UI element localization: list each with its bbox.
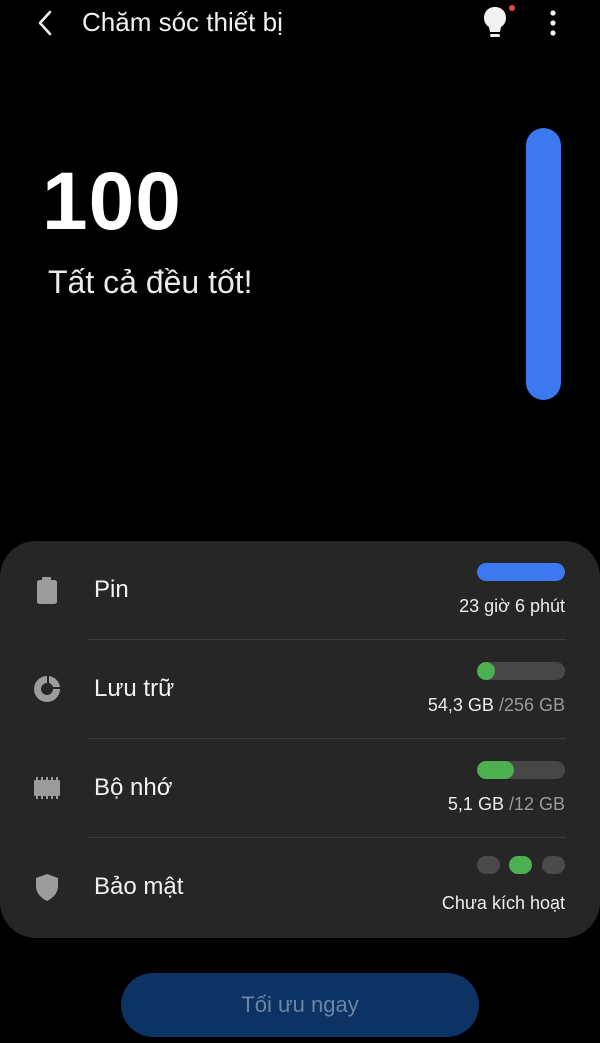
tips-button[interactable] bbox=[481, 5, 515, 41]
device-score: 100 bbox=[42, 156, 182, 247]
battery-label: Pin bbox=[94, 576, 129, 603]
storage-total: /256 GB bbox=[498, 695, 565, 715]
memory-chip-icon bbox=[34, 777, 60, 799]
page-title: Chăm sóc thiết bị bbox=[82, 7, 283, 37]
optimize-now-button[interactable]: Tối ưu ngay bbox=[121, 973, 479, 1037]
memory-total: /12 GB bbox=[508, 794, 565, 814]
storage-bar-fill bbox=[477, 662, 496, 680]
battery-time: 23 giờ 6 phút bbox=[459, 596, 565, 616]
security-dot bbox=[509, 856, 532, 874]
battery-row[interactable]: Pin 23 giờ 6 phút bbox=[0, 541, 600, 640]
memory-label: Bộ nhớ bbox=[94, 774, 173, 801]
memory-row[interactable]: Bộ nhớ 5,1 GB /12 GB bbox=[0, 739, 600, 838]
security-row[interactable]: Bảo mật Chưa kích hoạt bbox=[0, 838, 600, 937]
memory-bar-fill bbox=[477, 761, 515, 779]
security-dot bbox=[542, 856, 565, 874]
battery-icon bbox=[37, 577, 57, 604]
security-label: Bảo mật bbox=[94, 873, 184, 900]
score-status: Tất cả đều tốt! bbox=[48, 264, 253, 300]
more-vertical-icon bbox=[550, 10, 556, 36]
more-options-button[interactable] bbox=[540, 7, 566, 39]
storage-label: Lưu trữ bbox=[94, 675, 175, 702]
app-bar: Chăm sóc thiết bị bbox=[0, 0, 600, 48]
lightbulb-icon bbox=[484, 7, 506, 37]
storage-row[interactable]: Lưu trữ 54,3 GB /256 GB bbox=[0, 640, 600, 739]
status-card: Pin 23 giờ 6 phút Lưu trữ 54,3 GB /256 G… bbox=[0, 541, 600, 938]
memory-value: 5,1 GB /12 GB bbox=[448, 793, 565, 815]
storage-bar bbox=[477, 662, 565, 680]
storage-used: 54,3 GB bbox=[427, 695, 494, 715]
notification-dot bbox=[509, 5, 515, 11]
memory-bar bbox=[477, 761, 565, 779]
memory-used: 5,1 GB bbox=[447, 794, 504, 814]
storage-pie-icon bbox=[34, 676, 60, 702]
security-status: Chưa kích hoạt bbox=[441, 893, 565, 913]
chevron-left-icon bbox=[38, 10, 52, 36]
security-indicator bbox=[477, 856, 565, 874]
security-dot bbox=[477, 856, 500, 874]
storage-value: 54,3 GB /256 GB bbox=[428, 694, 565, 716]
back-button[interactable] bbox=[32, 6, 62, 40]
battery-bar bbox=[477, 563, 565, 581]
score-level-bar bbox=[526, 128, 561, 400]
shield-icon bbox=[36, 874, 58, 901]
battery-bar-fill bbox=[477, 563, 565, 581]
